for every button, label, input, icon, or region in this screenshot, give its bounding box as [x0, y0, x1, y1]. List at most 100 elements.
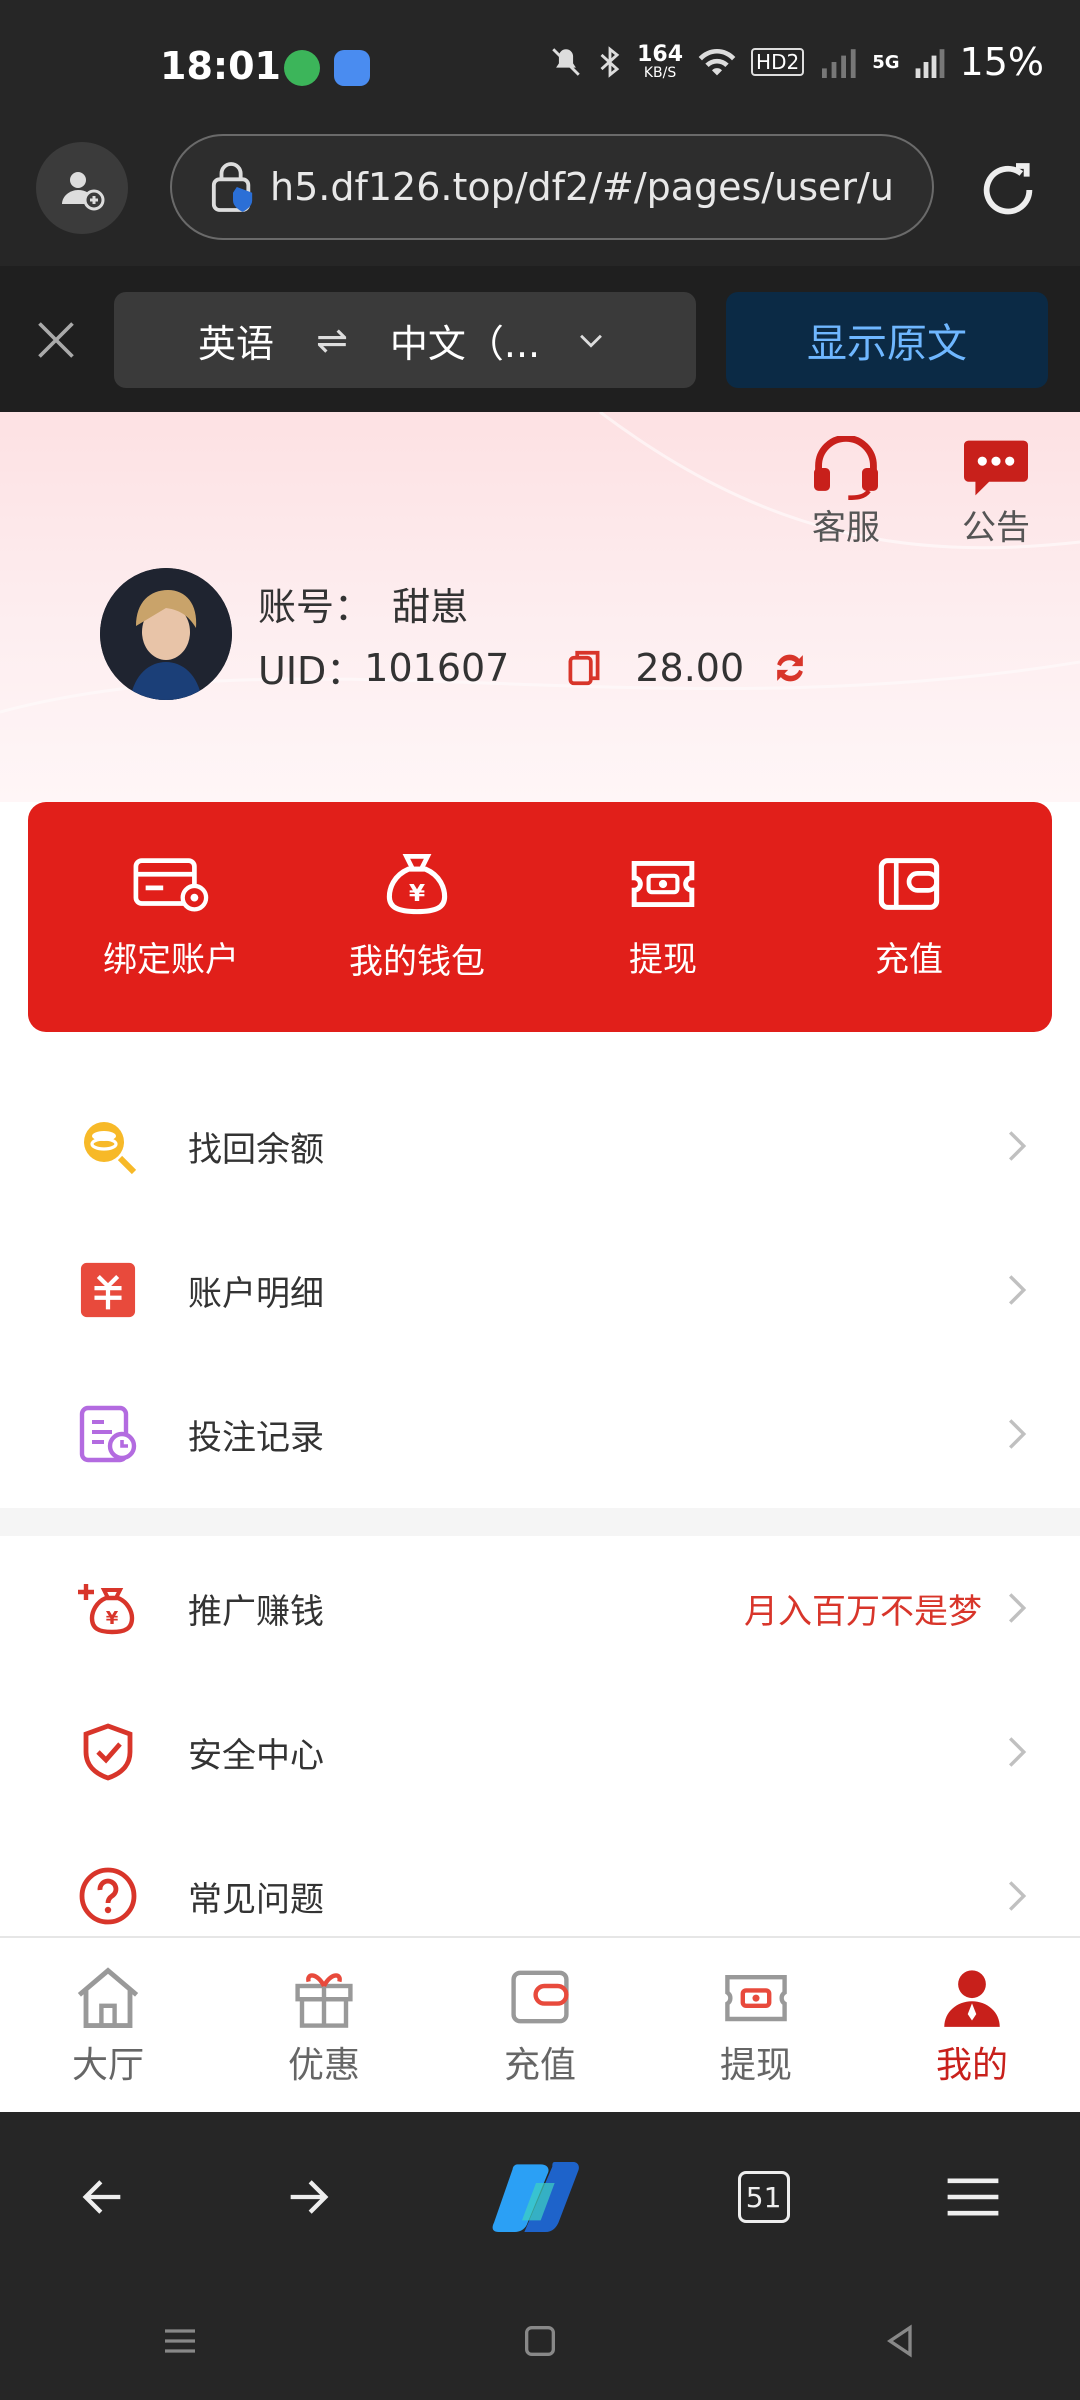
tab-label: 我的 [935, 2045, 1008, 2086]
tab-promotions[interactable]: 优惠 [224, 1938, 424, 2088]
copilot-icon[interactable] [488, 2155, 584, 2239]
status-time: 18:01 [160, 44, 281, 88]
status-right: 164 KB/S HD2 5G 15% [549, 40, 1044, 84]
customer-service-button[interactable]: 客服 [796, 436, 896, 549]
browser-app-icon [334, 50, 370, 86]
tab-count-button[interactable]: 51 [737, 2171, 790, 2223]
notice-label: 公告 [962, 508, 1030, 548]
menu-item-promote-earn[interactable]: ¥ 推广赚钱 月入百万不是梦 [0, 1536, 1080, 1680]
forward-arrow-icon[interactable] [282, 2171, 334, 2223]
tab-label: 大厅 [71, 2045, 144, 2086]
profile-button[interactable] [36, 142, 128, 234]
menu-item-recover-balance[interactable]: 找回余额 [0, 1074, 1080, 1218]
menu-label: 找回余额 [188, 1129, 324, 1170]
swap-icon: ⇌ [316, 318, 348, 362]
headset-icon [814, 436, 878, 500]
menu-label: 推广赚钱 [188, 1591, 324, 1632]
menu-item-account-details[interactable]: 账户明细 [0, 1218, 1080, 1362]
ticket-cash-icon [725, 1975, 787, 2022]
status-bar: 18:01 164 KB/S HD2 5G 15% [0, 0, 1080, 134]
gift-icon [295, 1973, 353, 2028]
source-language: 英语 [198, 321, 275, 366]
battery-percent: 15% [959, 40, 1044, 84]
wifi-icon [698, 48, 736, 76]
menu-label: 账户明细 [188, 1273, 324, 1314]
bluetooth-icon [600, 46, 620, 78]
back-arrow-icon[interactable] [77, 2171, 129, 2223]
pdf-app-icon [284, 50, 320, 86]
account-line: 账号： 甜崽 [258, 576, 468, 631]
address-field[interactable]: h5.df126.top/df2/#/pages/user/u [170, 134, 934, 240]
avatar-image [100, 568, 232, 700]
user-icon [944, 1970, 1000, 2027]
my-wallet-label: 我的钱包 [349, 941, 485, 982]
section-divider [0, 1508, 1080, 1536]
menu-item-security-center[interactable]: 安全中心 [0, 1680, 1080, 1824]
menu-label: 投注记录 [188, 1417, 324, 1458]
bottom-tab-bar: 大厅 优惠 充值 提现 我的 [0, 1936, 1080, 2112]
tab-mine[interactable]: 我的 [872, 1938, 1072, 2088]
tab-count: 51 [745, 2180, 782, 2214]
coin-search-icon [78, 1116, 138, 1176]
close-icon[interactable] [34, 318, 78, 362]
chevron-right-icon [1008, 1275, 1027, 1305]
money-bag-icon: ¥ [386, 853, 448, 914]
ledger-icon [78, 1260, 138, 1320]
home-button-icon[interactable] [520, 2321, 560, 2361]
message-icon [964, 440, 1028, 496]
system-nav-bar [0, 2282, 1080, 2400]
quick-actions-card: 绑定账户 ¥ 我的钱包 提现 充值 [28, 802, 1052, 1032]
tab-label: 提现 [719, 2045, 792, 2086]
chevron-right-icon [1008, 1881, 1027, 1911]
five-g-badge: 5G [872, 51, 900, 73]
menu-label: 安全中心 [188, 1735, 324, 1776]
deposit-button[interactable]: 充值 [799, 854, 1019, 981]
account-name: 甜崽 [392, 585, 469, 629]
deposit-label: 充值 [875, 939, 943, 980]
browser-nav-bar: 51 [0, 2112, 1080, 2282]
wallet-icon [511, 1970, 569, 2024]
back-button-icon[interactable] [880, 2321, 920, 2361]
menu-label: 常见问题 [188, 1879, 324, 1920]
wallet-icon [878, 857, 940, 910]
avatar[interactable] [100, 568, 232, 700]
net-speed: 164 KB/S [637, 44, 683, 81]
recent-apps-icon[interactable] [160, 2321, 200, 2361]
uid-label: UID： [258, 649, 365, 693]
withdraw-label: 提现 [629, 939, 697, 980]
mute-icon [552, 48, 580, 76]
notice-button[interactable]: 公告 [946, 436, 1046, 549]
bind-account-button[interactable]: 绑定账户 [61, 854, 281, 981]
chevron-right-icon [1008, 1131, 1027, 1161]
refresh-balance-icon[interactable] [768, 646, 812, 690]
svg-text:¥: ¥ [106, 1608, 119, 1629]
tab-deposit[interactable]: 充值 [440, 1938, 640, 2088]
uid-value: 101607 [364, 645, 510, 690]
secure-lock-icon [211, 162, 253, 212]
profile-add-icon [62, 172, 105, 211]
signal-weak-icon [822, 49, 856, 78]
target-language: 中文（... [389, 321, 541, 366]
hd-badge: HD2 [751, 48, 805, 76]
menu-icon[interactable] [943, 2173, 1003, 2221]
menu-item-bet-records[interactable]: 投注记录 [0, 1362, 1080, 1506]
tab-label: 优惠 [287, 2045, 360, 2086]
url-text: h5.df126.top/df2/#/pages/user/u [270, 165, 894, 209]
promo-slogan: 月入百万不是梦 [744, 1591, 982, 1632]
chevron-right-icon [1008, 1737, 1027, 1767]
tab-withdraw[interactable]: 提现 [656, 1938, 856, 2088]
uid-line: UID： 101607 28.00 [258, 640, 812, 695]
home-icon [77, 1967, 139, 2029]
language-selector[interactable]: 英语 ⇌ 中文（... [114, 292, 696, 388]
withdraw-button[interactable]: 提现 [553, 854, 773, 981]
bind-account-label: 绑定账户 [103, 939, 239, 980]
copy-icon[interactable] [567, 649, 601, 687]
reload-icon[interactable] [976, 158, 1040, 222]
my-wallet-button[interactable]: ¥ 我的钱包 [307, 852, 527, 983]
tab-lobby[interactable]: 大厅 [8, 1938, 208, 2088]
question-icon [78, 1866, 138, 1926]
account-label: 账号： [258, 585, 373, 629]
shield-check-icon [78, 1722, 138, 1782]
show-original-button[interactable]: 显示原文 [726, 292, 1048, 388]
tab-label: 充值 [503, 2045, 576, 2086]
